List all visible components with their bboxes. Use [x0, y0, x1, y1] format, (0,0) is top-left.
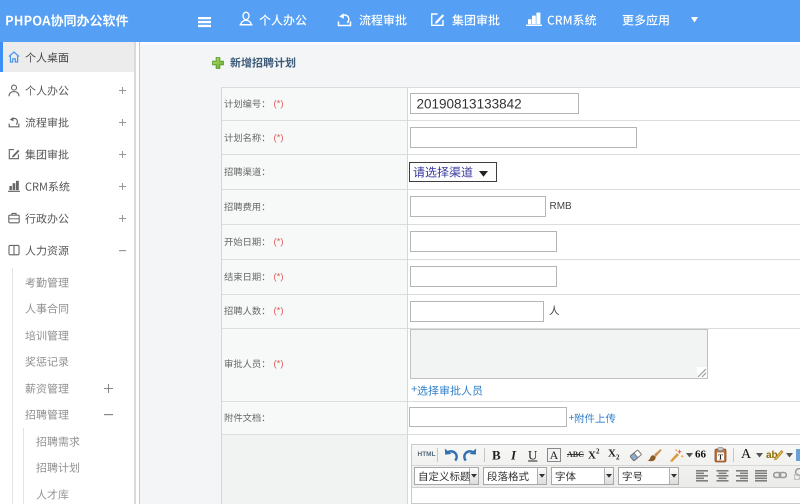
svg-text:T: T: [718, 452, 723, 461]
